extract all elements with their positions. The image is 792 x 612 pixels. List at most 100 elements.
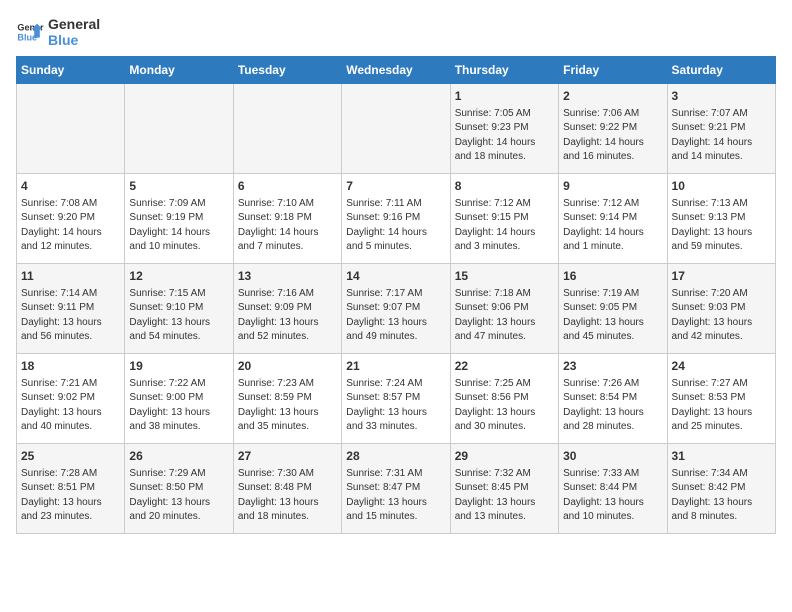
calendar-cell: 25 Sunrise: 7:28 AM Sunset: 8:51 PM Dayli… <box>17 444 125 534</box>
calendar-cell <box>233 84 341 174</box>
day-content: Sunrise: 7:14 AM Sunset: 9:11 PM Dayligh… <box>21 287 120 345</box>
calendar-week-4: 18 Sunrise: 7:21 AM Sunset: 9:02 PM Dayli… <box>17 354 776 444</box>
calendar-cell: 7 Sunrise: 7:11 AM Sunset: 9:16 PM Daylig… <box>342 174 450 264</box>
day-number: 5 <box>129 178 228 195</box>
day-number: 9 <box>563 178 662 195</box>
logo: General Blue General Blue <box>16 16 100 48</box>
day-content: Sunrise: 7:05 AM Sunset: 9:23 PM Dayligh… <box>455 107 554 165</box>
day-number: 1 <box>455 88 554 105</box>
calendar-cell <box>17 84 125 174</box>
day-number: 23 <box>563 358 662 375</box>
day-content: Sunrise: 7:08 AM Sunset: 9:20 PM Dayligh… <box>21 197 120 255</box>
day-number: 4 <box>21 178 120 195</box>
day-content: Sunrise: 7:30 AM Sunset: 8:48 PM Dayligh… <box>238 467 337 525</box>
day-number: 15 <box>455 268 554 285</box>
calendar-cell: 5 Sunrise: 7:09 AM Sunset: 9:19 PM Daylig… <box>125 174 233 264</box>
day-content: Sunrise: 7:11 AM Sunset: 9:16 PM Dayligh… <box>346 197 445 255</box>
calendar-cell: 29Sunrise: 7:32 AM Sunset: 8:45 PM Dayli… <box>450 444 558 534</box>
day-number: 14 <box>346 268 445 285</box>
weekday-header-row: SundayMondayTuesdayWednesdayThursdayFrid… <box>17 57 776 84</box>
day-content: Sunrise: 7:06 AM Sunset: 9:22 PM Dayligh… <box>563 107 662 165</box>
day-content: Sunrise: 7:16 AM Sunset: 9:09 PM Dayligh… <box>238 287 337 345</box>
day-number: 12 <box>129 268 228 285</box>
calendar-cell: 6 Sunrise: 7:10 AM Sunset: 9:18 PM Daylig… <box>233 174 341 264</box>
calendar-cell: 17 Sunrise: 7:20 AM Sunset: 9:03 PM Dayli… <box>667 264 775 354</box>
calendar-cell: 10 Sunrise: 7:13 AM Sunset: 9:13 PM Dayli… <box>667 174 775 264</box>
day-number: 28 <box>346 448 445 465</box>
calendar-cell: 19Sunrise: 7:22 AM Sunset: 9:00 PM Dayli… <box>125 354 233 444</box>
weekday-header-monday: Monday <box>125 57 233 84</box>
calendar-cell: 2 Sunrise: 7:06 AM Sunset: 9:22 PM Daylig… <box>559 84 667 174</box>
weekday-header-saturday: Saturday <box>667 57 775 84</box>
weekday-header-tuesday: Tuesday <box>233 57 341 84</box>
calendar-cell: 12Sunrise: 7:15 AM Sunset: 9:10 PM Dayli… <box>125 264 233 354</box>
calendar-week-1: 1 Sunrise: 7:05 AM Sunset: 9:23 PM Daylig… <box>17 84 776 174</box>
calendar-cell <box>342 84 450 174</box>
day-number: 21 <box>346 358 445 375</box>
day-number: 11 <box>21 268 120 285</box>
weekday-header-thursday: Thursday <box>450 57 558 84</box>
logo-icon: General Blue <box>16 18 44 46</box>
day-content: Sunrise: 7:09 AM Sunset: 9:19 PM Dayligh… <box>129 197 228 255</box>
day-content: Sunrise: 7:31 AM Sunset: 8:47 PM Dayligh… <box>346 467 445 525</box>
day-content: Sunrise: 7:25 AM Sunset: 8:56 PM Dayligh… <box>455 377 554 435</box>
calendar-cell: 28 Sunrise: 7:31 AM Sunset: 8:47 PM Dayli… <box>342 444 450 534</box>
day-content: Sunrise: 7:12 AM Sunset: 9:15 PM Dayligh… <box>455 197 554 255</box>
calendar-cell: 24Sunrise: 7:27 AM Sunset: 8:53 PM Dayli… <box>667 354 775 444</box>
day-number: 31 <box>672 448 771 465</box>
day-content: Sunrise: 7:18 AM Sunset: 9:06 PM Dayligh… <box>455 287 554 345</box>
calendar-week-3: 11 Sunrise: 7:14 AM Sunset: 9:11 PM Dayli… <box>17 264 776 354</box>
calendar-cell: 26Sunrise: 7:29 AM Sunset: 8:50 PM Dayli… <box>125 444 233 534</box>
day-content: Sunrise: 7:28 AM Sunset: 8:51 PM Dayligh… <box>21 467 120 525</box>
day-number: 19 <box>129 358 228 375</box>
day-content: Sunrise: 7:33 AM Sunset: 8:44 PM Dayligh… <box>563 467 662 525</box>
day-content: Sunrise: 7:07 AM Sunset: 9:21 PM Dayligh… <box>672 107 771 165</box>
day-number: 27 <box>238 448 337 465</box>
day-number: 2 <box>563 88 662 105</box>
calendar-cell: 27 Sunrise: 7:30 AM Sunset: 8:48 PM Dayli… <box>233 444 341 534</box>
day-content: Sunrise: 7:12 AM Sunset: 9:14 PM Dayligh… <box>563 197 662 255</box>
day-number: 17 <box>672 268 771 285</box>
day-content: Sunrise: 7:29 AM Sunset: 8:50 PM Dayligh… <box>129 467 228 525</box>
day-number: 22 <box>455 358 554 375</box>
day-number: 16 <box>563 268 662 285</box>
calendar-cell: 30Sunrise: 7:33 AM Sunset: 8:44 PM Dayli… <box>559 444 667 534</box>
calendar-cell: 1 Sunrise: 7:05 AM Sunset: 9:23 PM Daylig… <box>450 84 558 174</box>
page-header: General Blue General Blue <box>16 16 776 48</box>
day-number: 8 <box>455 178 554 195</box>
svg-text:Blue: Blue <box>17 32 37 42</box>
day-number: 13 <box>238 268 337 285</box>
weekday-header-friday: Friday <box>559 57 667 84</box>
calendar-week-5: 25 Sunrise: 7:28 AM Sunset: 8:51 PM Dayli… <box>17 444 776 534</box>
day-content: Sunrise: 7:21 AM Sunset: 9:02 PM Dayligh… <box>21 377 120 435</box>
calendar-cell: 15 Sunrise: 7:18 AM Sunset: 9:06 PM Dayli… <box>450 264 558 354</box>
calendar-cell: 18 Sunrise: 7:21 AM Sunset: 9:02 PM Dayli… <box>17 354 125 444</box>
day-content: Sunrise: 7:13 AM Sunset: 9:13 PM Dayligh… <box>672 197 771 255</box>
day-content: Sunrise: 7:26 AM Sunset: 8:54 PM Dayligh… <box>563 377 662 435</box>
day-content: Sunrise: 7:10 AM Sunset: 9:18 PM Dayligh… <box>238 197 337 255</box>
day-number: 10 <box>672 178 771 195</box>
calendar-cell: 20Sunrise: 7:23 AM Sunset: 8:59 PM Dayli… <box>233 354 341 444</box>
day-number: 7 <box>346 178 445 195</box>
weekday-header-sunday: Sunday <box>17 57 125 84</box>
calendar-cell: 9 Sunrise: 7:12 AM Sunset: 9:14 PM Daylig… <box>559 174 667 264</box>
calendar-cell: 21 Sunrise: 7:24 AM Sunset: 8:57 PM Dayli… <box>342 354 450 444</box>
day-content: Sunrise: 7:19 AM Sunset: 9:05 PM Dayligh… <box>563 287 662 345</box>
calendar-cell: 22 Sunrise: 7:25 AM Sunset: 8:56 PM Dayli… <box>450 354 558 444</box>
day-number: 18 <box>21 358 120 375</box>
calendar-cell: 14Sunrise: 7:17 AM Sunset: 9:07 PM Dayli… <box>342 264 450 354</box>
day-content: Sunrise: 7:24 AM Sunset: 8:57 PM Dayligh… <box>346 377 445 435</box>
day-content: Sunrise: 7:34 AM Sunset: 8:42 PM Dayligh… <box>672 467 771 525</box>
calendar-cell <box>125 84 233 174</box>
calendar-cell: 11 Sunrise: 7:14 AM Sunset: 9:11 PM Dayli… <box>17 264 125 354</box>
calendar-week-2: 4 Sunrise: 7:08 AM Sunset: 9:20 PM Daylig… <box>17 174 776 264</box>
day-number: 6 <box>238 178 337 195</box>
day-content: Sunrise: 7:20 AM Sunset: 9:03 PM Dayligh… <box>672 287 771 345</box>
calendar-cell: 23 Sunrise: 7:26 AM Sunset: 8:54 PM Dayli… <box>559 354 667 444</box>
day-content: Sunrise: 7:27 AM Sunset: 8:53 PM Dayligh… <box>672 377 771 435</box>
calendar-cell: 3Sunrise: 7:07 AM Sunset: 9:21 PM Daylig… <box>667 84 775 174</box>
calendar-cell: 16 Sunrise: 7:19 AM Sunset: 9:05 PM Dayli… <box>559 264 667 354</box>
calendar-cell: 13 Sunrise: 7:16 AM Sunset: 9:09 PM Dayli… <box>233 264 341 354</box>
calendar-table: SundayMondayTuesdayWednesdayThursdayFrid… <box>16 56 776 534</box>
day-number: 25 <box>21 448 120 465</box>
